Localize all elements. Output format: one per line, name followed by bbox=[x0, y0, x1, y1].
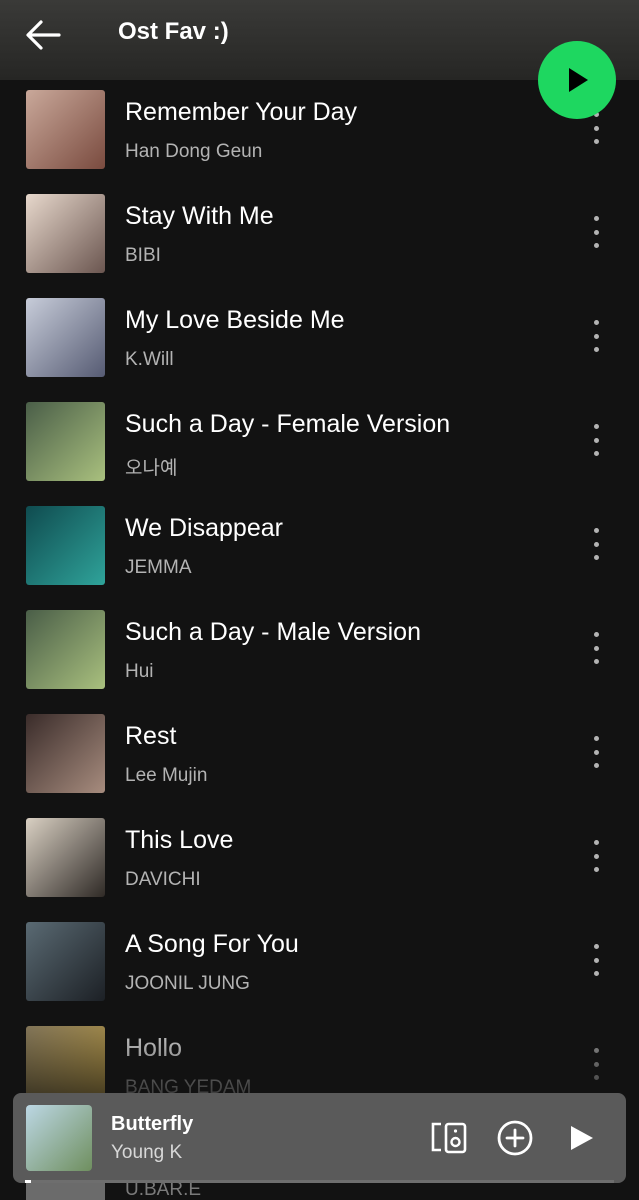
album-cover bbox=[26, 298, 105, 377]
more-vertical-icon bbox=[593, 112, 599, 144]
track-row[interactable]: Such a Day - Female Version 오나예 bbox=[0, 392, 639, 496]
now-playing-cover bbox=[26, 1105, 92, 1171]
album-cover bbox=[26, 506, 105, 585]
track-artist: 오나예 bbox=[125, 458, 178, 479]
track-row[interactable]: We Disappear JEMMA bbox=[0, 496, 639, 600]
album-cover bbox=[26, 402, 105, 481]
connect-device-icon bbox=[431, 1122, 467, 1154]
track-artist: Han Dong Geun bbox=[125, 141, 263, 162]
more-options-button[interactable] bbox=[582, 628, 610, 668]
more-vertical-icon bbox=[593, 736, 599, 768]
now-playing-artist: Young K bbox=[111, 1142, 183, 1163]
more-options-button[interactable] bbox=[582, 732, 610, 772]
more-vertical-icon bbox=[593, 528, 599, 560]
mini-play-button[interactable] bbox=[561, 1118, 601, 1158]
track-title: Stay With Me bbox=[125, 202, 274, 230]
album-cover bbox=[26, 90, 105, 169]
track-row[interactable]: This Love DAVICHI bbox=[0, 808, 639, 912]
connect-device-button[interactable] bbox=[429, 1118, 469, 1158]
more-vertical-icon bbox=[593, 632, 599, 664]
album-cover bbox=[26, 1183, 105, 1200]
play-button[interactable] bbox=[538, 41, 616, 119]
track-row[interactable]: Rest Lee Mujin bbox=[0, 704, 639, 808]
more-options-button[interactable] bbox=[582, 420, 610, 460]
more-options-button[interactable] bbox=[582, 524, 610, 564]
add-to-library-button[interactable] bbox=[495, 1118, 535, 1158]
more-vertical-icon bbox=[593, 424, 599, 456]
track-row[interactable]: Stay With Me BIBI bbox=[0, 184, 639, 288]
track-title: A Song For You bbox=[125, 930, 299, 958]
more-vertical-icon bbox=[593, 320, 599, 352]
more-options-button[interactable] bbox=[582, 212, 610, 252]
track-row[interactable]: Such a Day - Male Version Hui bbox=[0, 600, 639, 704]
track-title: Such a Day - Female Version bbox=[125, 410, 451, 438]
album-cover bbox=[26, 818, 105, 897]
album-cover bbox=[26, 714, 105, 793]
more-options-button[interactable] bbox=[582, 316, 610, 356]
track-title: My Love Beside Me bbox=[125, 306, 345, 334]
track-artist: DAVICHI bbox=[125, 869, 201, 890]
track-artist: JEMMA bbox=[125, 557, 192, 578]
track-title: This Love bbox=[125, 826, 234, 854]
album-cover bbox=[26, 610, 105, 689]
playback-progress-bar[interactable] bbox=[25, 1180, 614, 1183]
track-title: Rest bbox=[125, 722, 177, 750]
play-icon bbox=[569, 68, 588, 92]
list-item-partial[interactable]: U.BAR.E bbox=[0, 1179, 639, 1200]
track-list: Remember Your Day Han Dong Geun Stay With … bbox=[0, 80, 639, 1110]
play-icon bbox=[571, 1126, 593, 1150]
more-options-button[interactable] bbox=[582, 940, 610, 980]
album-cover bbox=[26, 194, 105, 273]
back-button[interactable] bbox=[22, 14, 64, 56]
track-title: We Disappear bbox=[125, 514, 283, 542]
track-title: Remember Your Day bbox=[125, 98, 358, 126]
track-artist: K.Will bbox=[125, 349, 174, 370]
more-vertical-icon bbox=[593, 216, 599, 248]
more-vertical-icon bbox=[593, 944, 599, 976]
playback-progress-fill bbox=[25, 1180, 31, 1183]
track-artist: Lee Mujin bbox=[125, 765, 208, 786]
more-vertical-icon bbox=[593, 840, 599, 872]
plus-circle-icon bbox=[497, 1120, 533, 1156]
now-playing-title: Butterfly bbox=[111, 1113, 194, 1135]
track-row[interactable]: My Love Beside Me K.Will bbox=[0, 288, 639, 392]
track-artist: BIBI bbox=[125, 245, 161, 266]
album-cover bbox=[26, 922, 105, 1001]
track-artist: Hui bbox=[125, 661, 154, 682]
track-title: Such a Day - Male Version bbox=[125, 618, 421, 646]
arrow-left-icon bbox=[26, 20, 61, 50]
playlist-title: Ost Fav :) bbox=[118, 18, 229, 45]
more-options-button[interactable] bbox=[582, 836, 610, 876]
now-playing-bar[interactable]: Butterfly Young K bbox=[13, 1093, 626, 1183]
track-artist: JOONIL JUNG bbox=[125, 973, 250, 994]
